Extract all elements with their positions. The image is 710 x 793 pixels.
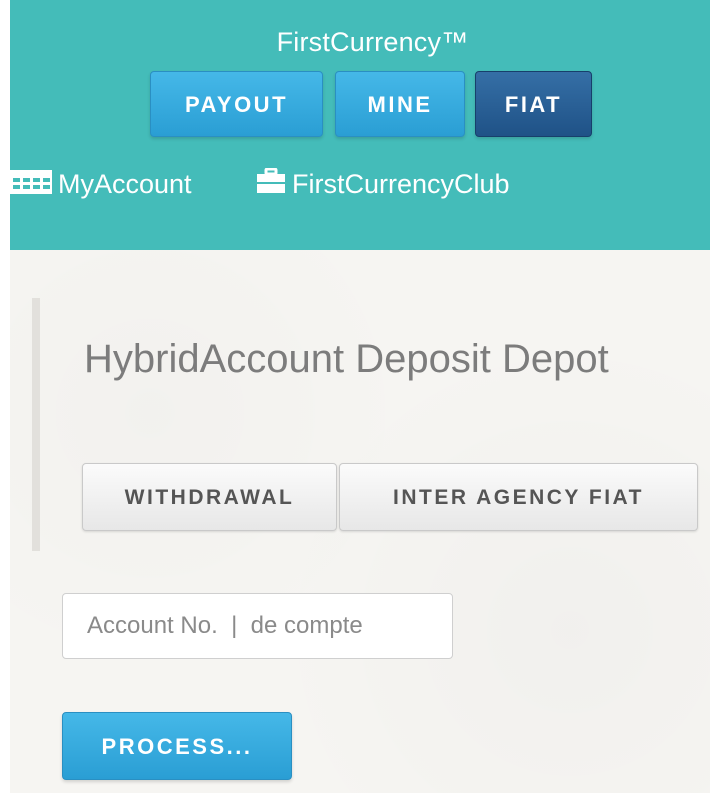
inter-agency-fiat-button[interactable]: INTER AGENCY FIAT	[339, 463, 698, 531]
payout-button[interactable]: PAYOUT	[150, 71, 323, 137]
mine-button[interactable]: MINE	[335, 71, 465, 137]
process-button[interactable]: PROCESS...	[62, 712, 292, 780]
blockquote-bar	[32, 298, 40, 551]
my-account-label: MyAccount	[58, 169, 192, 199]
fiat-button[interactable]: FIAT	[475, 71, 592, 137]
calendar-icon	[10, 168, 52, 201]
first-currency-club-link[interactable]: FirstCurrencyClub	[256, 167, 510, 201]
brand-title: FirstCurrency™	[276, 27, 469, 57]
my-account-link[interactable]: MyAccount	[10, 168, 192, 201]
page: FirstCurrency™ PAYOUT MINE FIAT MyAccoun…	[0, 0, 710, 793]
withdrawal-button[interactable]: WITHDRAWAL	[82, 463, 337, 531]
page-title: HybridAccount Deposit Depot	[84, 337, 609, 381]
main-content: HybridAccount Deposit Depot WITHDRAWAL I…	[10, 250, 710, 793]
briefcase-icon	[256, 167, 286, 201]
first-currency-club-label: FirstCurrencyClub	[292, 169, 510, 199]
account-number-input[interactable]	[62, 593, 453, 659]
header-bar: FirstCurrency™ PAYOUT MINE FIAT MyAccoun…	[10, 0, 710, 250]
